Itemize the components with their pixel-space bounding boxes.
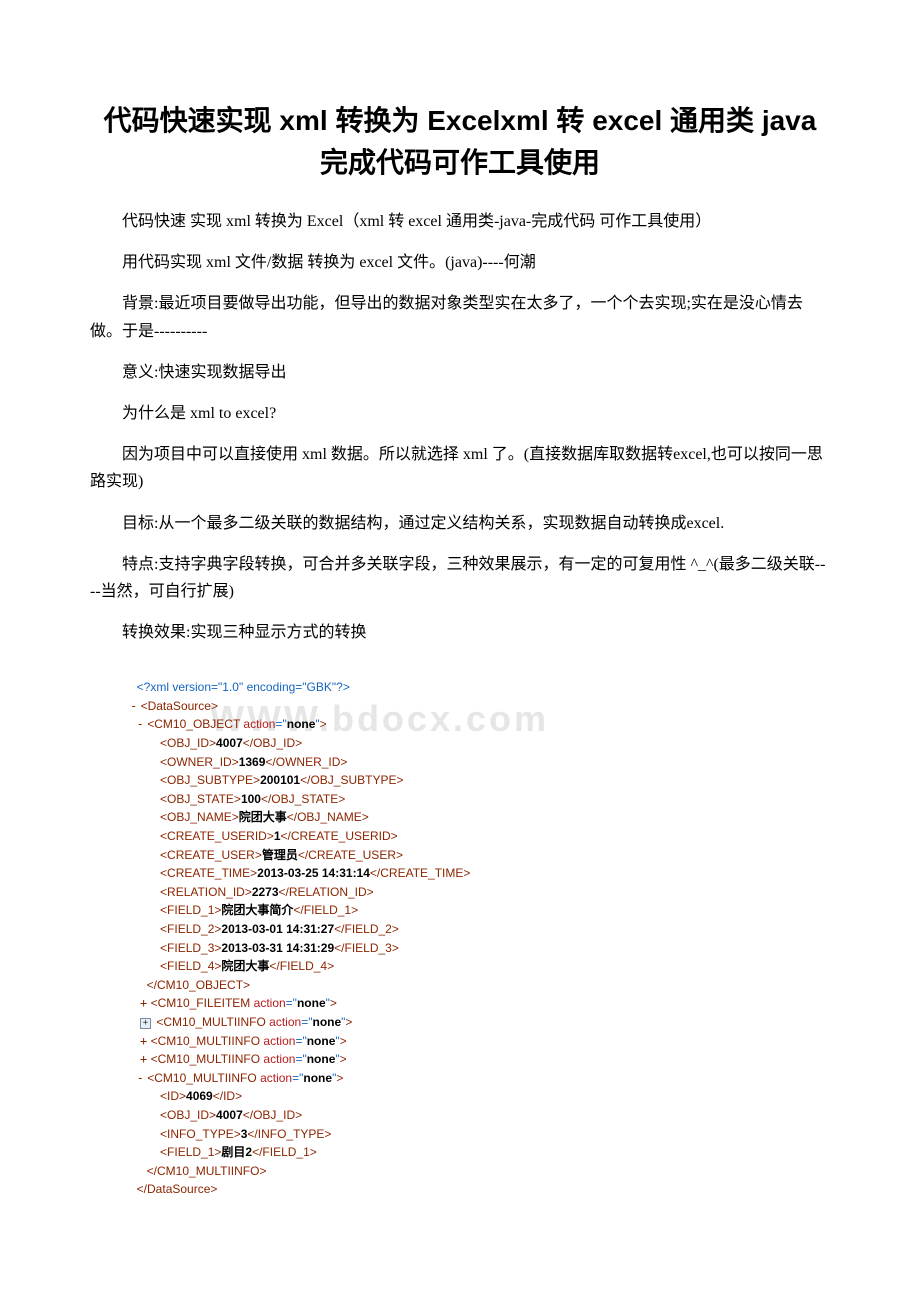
- para-effect: 转换效果:实现三种显示方式的转换: [90, 619, 830, 646]
- xml-field-line: <FIELD_3>2013-03-31 14:31:29</FIELD_3>: [130, 939, 830, 958]
- xml-field-line: <RELATION_ID>2273</RELATION_ID>: [130, 883, 830, 902]
- xml-field-line: <CREATE_USER>管理员</CREATE_USER>: [130, 846, 830, 865]
- xml-obj-close: </CM10_OBJECT>: [147, 978, 250, 992]
- xml-field-line: <FIELD_1>剧目2</FIELD_1>: [130, 1143, 830, 1162]
- xml-field-line: <CREATE_USERID>1</CREATE_USERID>: [130, 827, 830, 846]
- para-because: 因为项目中可以直接使用 xml 数据。所以就选择 xml 了。(直接数据库取数据…: [90, 441, 830, 495]
- expand-icon[interactable]: +: [140, 996, 147, 1010]
- xml-field-line: <OBJ_STATE>100</OBJ_STATE>: [130, 790, 830, 809]
- xml-field-line: <OWNER_ID>1369</OWNER_ID>: [130, 753, 830, 772]
- xml-root-close: </DataSource>: [137, 1182, 218, 1196]
- xml-code-block: <?xml version="1.0" encoding="GBK"?> - <…: [90, 660, 830, 1199]
- xml-root-open: <DataSource>: [141, 699, 218, 713]
- para-background: 背景:最近项目要做导出功能，但导出的数据对象类型实在太多了，一个个去实现;实在是…: [90, 290, 830, 344]
- xml-collapsed-node: + <CM10_MULTIINFO action="none">: [130, 1050, 830, 1069]
- para-intro: 代码快速 实现 xml 转换为 Excel（xml 转 excel 通用类-ja…: [90, 208, 830, 235]
- xml-collapsed-node: + <CM10_MULTIINFO action="none">: [130, 1032, 830, 1051]
- xml-field-line: <OBJ_NAME>院团大事</OBJ_NAME>: [130, 808, 830, 827]
- para-author: 用代码实现 xml 文件/数据 转换为 excel 文件。(java)----何…: [90, 249, 830, 276]
- page-title: 代码快速实现 xml 转换为 Excelxml 转 excel 通用类 java…: [90, 100, 830, 184]
- para-goal: 目标:从一个最多二级关联的数据结构，通过定义结构关系，实现数据自动转换成exce…: [90, 510, 830, 537]
- xml-multi-close: </CM10_MULTIINFO>: [147, 1164, 267, 1178]
- xml-field-line: <FIELD_4>院团大事</FIELD_4>: [130, 957, 830, 976]
- xml-field-line: <OBJ_ID>4007</OBJ_ID>: [130, 1106, 830, 1125]
- xml-collapsed-node: + <CM10_FILEITEM action="none">: [130, 994, 830, 1013]
- xml-collapsed-node: + <CM10_MULTIINFO action="none">: [130, 1013, 830, 1032]
- xml-field-line: <FIELD_1>院团大事简介</FIELD_1>: [130, 901, 830, 920]
- para-meaning: 意义:快速实现数据导出: [90, 359, 830, 386]
- xml-field-line: <CREATE_TIME>2013-03-25 14:31:14</CREATE…: [130, 864, 830, 883]
- xml-field-line: <INFO_TYPE>3</INFO_TYPE>: [130, 1125, 830, 1144]
- xml-declaration: <?xml version="1.0" encoding="GBK"?>: [137, 680, 350, 694]
- expand-icon[interactable]: +: [140, 1052, 147, 1066]
- para-feature: 特点:支持字典字段转换，可合并多关联字段，三种效果展示，有一定的可复用性 ^_^…: [90, 551, 830, 605]
- xml-field-line: <ID>4069</ID>: [130, 1087, 830, 1106]
- xml-field-line: <FIELD_2>2013-03-01 14:31:27</FIELD_2>: [130, 920, 830, 939]
- expand-icon[interactable]: +: [140, 1018, 151, 1029]
- para-why: 为什么是 xml to excel?: [90, 400, 830, 427]
- expand-icon[interactable]: +: [140, 1034, 147, 1048]
- xml-field-line: <OBJ_ID>4007</OBJ_ID>: [130, 734, 830, 753]
- xml-field-line: <OBJ_SUBTYPE>200101</OBJ_SUBTYPE>: [130, 771, 830, 790]
